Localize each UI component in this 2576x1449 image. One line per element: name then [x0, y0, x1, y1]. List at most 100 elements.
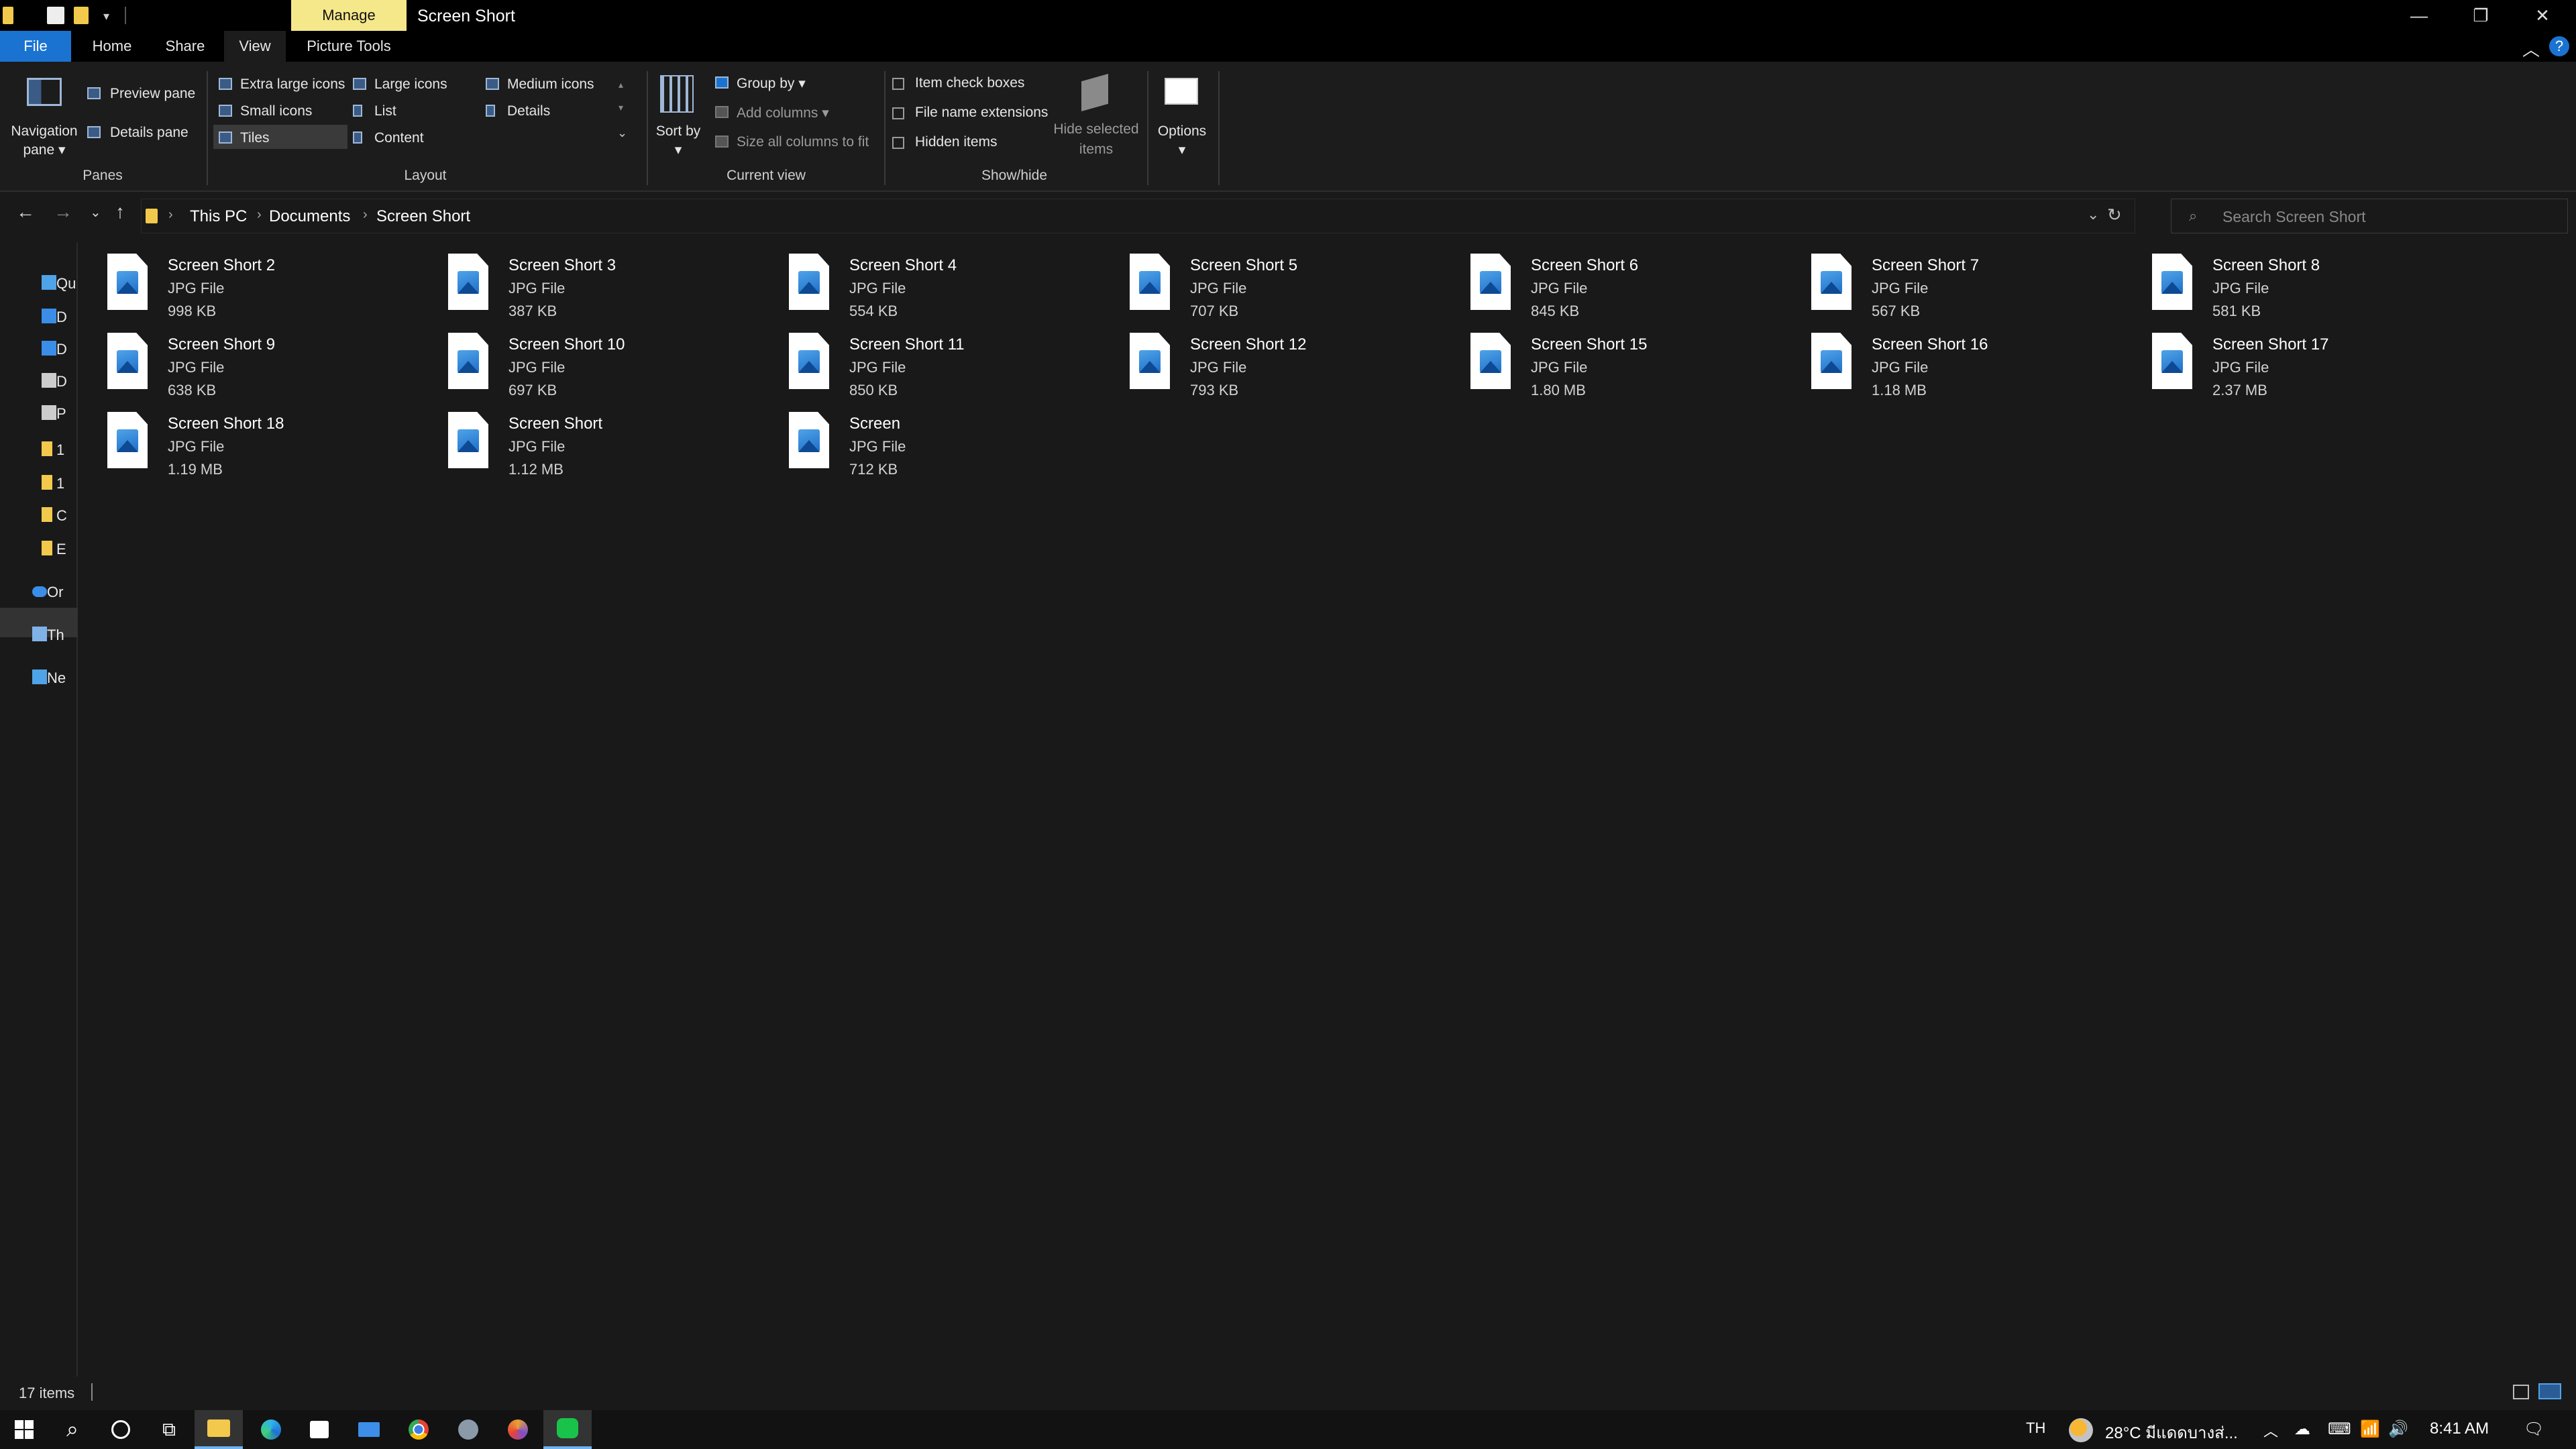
volume-icon[interactable]: 🔊	[2388, 1419, 2408, 1439]
sidebar-item[interactable]: 1	[0, 435, 78, 464]
tab-view[interactable]: View	[224, 31, 286, 62]
layout-medium-icons[interactable]: Medium icons	[507, 76, 594, 93]
help-icon[interactable]: ?	[2549, 36, 2569, 56]
sidebar-item[interactable]: D	[0, 334, 78, 364]
line-icon[interactable]	[543, 1410, 592, 1449]
search-icon[interactable]: ⌕	[48, 1410, 97, 1449]
file-name-extensions-checkbox[interactable]	[892, 107, 904, 119]
details-view-icon[interactable]	[2513, 1385, 2529, 1399]
layout-details[interactable]: Details	[507, 103, 550, 119]
hidden-items-checkbox[interactable]	[892, 137, 904, 149]
file-tile[interactable]: Screen Short 11 JPG File 850 KB	[782, 327, 1104, 401]
sort-by-button[interactable]: Sort by ▾	[655, 122, 702, 160]
file-tile[interactable]: Screen Short 7 JPG File 567 KB	[1805, 248, 2127, 322]
tab-file[interactable]: File	[0, 31, 71, 62]
file-tile[interactable]: Screen Short 6 JPG File 845 KB	[1464, 248, 1786, 322]
breadcrumb-documents[interactable]: Documents	[269, 207, 350, 226]
minimize-button[interactable]: —	[2388, 0, 2450, 31]
edge-icon[interactable]	[247, 1410, 295, 1449]
add-columns-button[interactable]: Add columns ▾	[737, 105, 829, 121]
layout-expand-icon[interactable]: ⌄	[617, 126, 627, 140]
manage-tab[interactable]: Manage	[291, 0, 407, 31]
file-tile[interactable]: Screen Short 9 JPG File 638 KB	[101, 327, 423, 401]
group-by-button[interactable]: Group by ▾	[737, 75, 806, 92]
mail-icon[interactable]	[345, 1410, 393, 1449]
navigation-pane-button[interactable]: Navigation pane ▾	[9, 122, 79, 160]
breadcrumb-this-pc[interactable]: This PC	[190, 207, 247, 226]
sidebar-item[interactable]: D	[0, 302, 78, 331]
size-all-columns-button[interactable]: Size all columns to fit	[737, 134, 869, 150]
file-tile[interactable]: Screen Short 16 JPG File 1.18 MB	[1805, 327, 2127, 401]
layout-large-icons[interactable]: Large icons	[374, 76, 447, 93]
sidebar-item[interactable]: Ne	[0, 663, 78, 692]
layout-scroll-down-icon[interactable]: ▾	[619, 102, 623, 113]
options-button[interactable]: Options ▾	[1155, 122, 1209, 160]
folder-icon[interactable]	[3, 7, 13, 24]
file-tile[interactable]: Screen Short 2 JPG File 998 KB	[101, 248, 423, 322]
start-icon[interactable]	[0, 1410, 48, 1449]
tab-share[interactable]: Share	[161, 31, 209, 62]
layout-content[interactable]: Content	[374, 130, 424, 146]
recent-locations-icon[interactable]: ⌄	[90, 204, 101, 221]
sidebar-item[interactable]: P	[0, 398, 78, 428]
file-tile[interactable]: Screen Short 4 JPG File 554 KB	[782, 248, 1104, 322]
sidebar-item[interactable]: D	[0, 366, 78, 396]
layout-extra-large-icons[interactable]: Extra large icons	[240, 76, 345, 93]
details-pane-button[interactable]: Details pane	[110, 125, 189, 141]
sidebar-item[interactable]: 1	[0, 468, 78, 498]
chrome-alt-icon[interactable]	[494, 1410, 542, 1449]
hide-selected-items-button[interactable]: Hide selected items	[1051, 119, 1142, 160]
qat-dropdown-icon[interactable]: ▾	[103, 9, 109, 23]
collapse-ribbon-icon[interactable]: ︿	[2522, 36, 2540, 61]
refresh-icon[interactable]: ↻	[2107, 205, 2122, 225]
file-tile[interactable]: Screen Short 12 JPG File 793 KB	[1123, 327, 1445, 401]
file-explorer-icon[interactable]	[195, 1410, 243, 1449]
navigation-pane-icon[interactable]	[27, 78, 62, 106]
options-icon[interactable]	[1165, 78, 1198, 105]
file-tile[interactable]: Screen Short 18 JPG File 1.19 MB	[101, 407, 423, 480]
search-input[interactable]: Search Screen Short	[2222, 208, 2366, 226]
weather-text[interactable]: 28°C มีแดดบางส่...	[2105, 1419, 2238, 1446]
hide-selected-items-icon[interactable]	[1081, 74, 1108, 111]
file-tile[interactable]: Screen JPG File 712 KB	[782, 407, 1104, 480]
sort-by-icon[interactable]	[660, 75, 694, 113]
sidebar-item[interactable]: Or	[0, 577, 78, 606]
forward-arrow-icon[interactable]: →	[54, 201, 72, 223]
language-indicator[interactable]: TH	[2026, 1419, 2045, 1437]
sidebar-item[interactable]: Th	[0, 620, 78, 649]
sidebar-item[interactable]: C	[0, 500, 78, 530]
breadcrumb-screen-short[interactable]: Screen Short	[376, 207, 470, 226]
chrome-icon[interactable]	[394, 1410, 443, 1449]
new-folder-icon[interactable]	[74, 7, 89, 24]
large-icons-view-icon[interactable]	[2538, 1383, 2561, 1399]
restore-button[interactable]: ❐	[2450, 0, 2512, 31]
up-arrow-icon[interactable]: ↑	[115, 201, 125, 223]
search-box[interactable]: ⌕ Search Screen Short	[2171, 199, 2568, 233]
app-icon[interactable]	[444, 1410, 492, 1449]
file-tile[interactable]: Screen Short 3 JPG File 387 KB	[441, 248, 763, 322]
close-button[interactable]: ✕	[2512, 0, 2573, 31]
sidebar-item[interactable]: Qu	[0, 268, 78, 298]
file-tile[interactable]: Screen Short 10 JPG File 697 KB	[441, 327, 763, 401]
file-tile[interactable]: Screen Short JPG File 1.12 MB	[441, 407, 763, 480]
preview-pane-button[interactable]: Preview pane	[110, 86, 195, 102]
layout-tiles[interactable]: Tiles	[240, 130, 270, 146]
onedrive-tray-icon[interactable]: ☁	[2294, 1419, 2310, 1439]
file-tile[interactable]: Screen Short 15 JPG File 1.80 MB	[1464, 327, 1786, 401]
address-dropdown-icon[interactable]: ⌄	[2087, 206, 2099, 223]
file-tile[interactable]: Screen Short 8 JPG File 581 KB	[2145, 248, 2467, 322]
weather-icon[interactable]	[2069, 1418, 2093, 1442]
clock[interactable]: 8:41 AM	[2430, 1419, 2489, 1438]
file-tile[interactable]: Screen Short 5 JPG File 707 KB	[1123, 248, 1445, 322]
layout-list[interactable]: List	[374, 103, 396, 119]
tab-picture-tools[interactable]: Picture Tools	[298, 31, 400, 62]
tab-home[interactable]: Home	[89, 31, 136, 62]
file-tile[interactable]: Screen Short 17 JPG File 2.37 MB	[2145, 327, 2467, 401]
task-view-icon[interactable]: ⧉	[145, 1410, 193, 1449]
layout-scroll-up-icon[interactable]: ▴	[619, 79, 623, 91]
item-check-boxes-checkbox[interactable]	[892, 78, 904, 90]
network-icon[interactable]: 📶	[2360, 1419, 2380, 1439]
layout-small-icons[interactable]: Small icons	[240, 103, 312, 119]
device-icon[interactable]: ⌨	[2328, 1419, 2351, 1439]
cortana-icon[interactable]	[97, 1410, 145, 1449]
